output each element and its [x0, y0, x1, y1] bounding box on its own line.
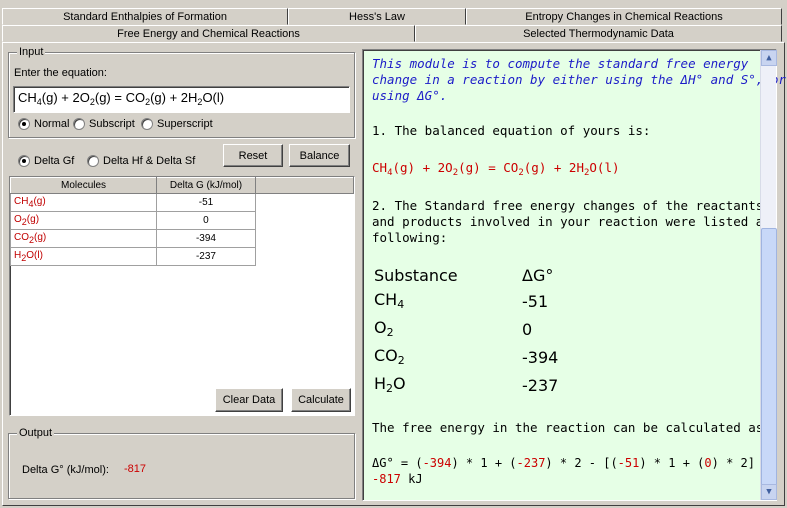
- substance-name: O2: [374, 318, 394, 339]
- radio-delta-gf-dot[interactable]: [18, 155, 30, 167]
- radio-subscript-dot[interactable]: [73, 118, 85, 130]
- radio-normal-dot[interactable]: [18, 118, 30, 130]
- radio-subscript[interactable]: Subscript: [73, 118, 135, 130]
- cell-delta-g[interactable]: 0: [156, 211, 256, 230]
- equation-prompt: Enter the equation:: [14, 67, 107, 79]
- scroll-up-button[interactable]: ▲: [761, 50, 777, 66]
- substance-value: -51: [522, 292, 549, 311]
- cell-delta-g[interactable]: -394: [156, 229, 256, 248]
- tab-free-energy[interactable]: Free Energy and Chemical Reactions: [2, 25, 415, 42]
- radio-delta-hf-sf[interactable]: Delta Hf & Delta Sf: [87, 155, 195, 167]
- cell-delta-g[interactable]: -51: [156, 193, 256, 212]
- intro-line-2: change in a reaction by either using the…: [372, 72, 786, 87]
- cell-delta-g[interactable]: -237: [156, 247, 256, 266]
- column-header-molecules[interactable]: Molecules: [10, 177, 158, 194]
- balanced-equation: CH4(g) + 2O2(g) = CO2(g) + 2H2O(l): [372, 160, 620, 178]
- table-row[interactable]: CO2(g) -394: [10, 229, 354, 248]
- cell-molecule[interactable]: CH4(g): [10, 193, 158, 212]
- table-row[interactable]: CH4(g) -51: [10, 193, 354, 212]
- table-row[interactable]: H2O(l) -237: [10, 247, 354, 266]
- input-group-title: Input: [17, 46, 46, 58]
- tab-entropy-changes[interactable]: Entropy Changes in Chemical Reactions: [466, 8, 782, 25]
- intro-line-1: This module is to compute the standard f…: [372, 56, 749, 71]
- data-table: Molecules Delta G (kJ/mol) CH4(g) -51 O2…: [10, 177, 354, 266]
- output-value: -817: [124, 463, 147, 475]
- delta-g-header: ΔG°: [522, 266, 554, 285]
- vertical-scrollbar[interactable]: ▲ ▼: [760, 50, 777, 500]
- substance-header: Substance: [374, 266, 458, 285]
- substance-name: CH4: [374, 290, 405, 311]
- table-header-row: Molecules Delta G (kJ/mol): [10, 177, 354, 194]
- column-header-delta-g[interactable]: Delta G (kJ/mol): [156, 177, 256, 194]
- substance-value: 0: [522, 320, 533, 339]
- clear-data-button[interactable]: Clear Data: [215, 388, 283, 412]
- reset-button[interactable]: Reset: [223, 144, 283, 167]
- substance-name: CO2: [374, 346, 405, 367]
- tab-thermodynamic-data[interactable]: Selected Thermodynamic Data: [415, 25, 782, 42]
- radio-normal[interactable]: Normal: [18, 118, 69, 130]
- radio-delta-gf[interactable]: Delta Gf: [18, 155, 74, 167]
- balance-button[interactable]: Balance: [289, 144, 350, 167]
- cell-molecule[interactable]: CO2(g): [10, 229, 158, 248]
- substance-name: H2O: [374, 374, 406, 395]
- tab-hess-law[interactable]: Hess's Law: [288, 8, 466, 25]
- column-header-blank: [254, 177, 354, 194]
- step2-line-2: and products involved in your reaction w…: [372, 214, 771, 229]
- substance-value: -237: [522, 376, 559, 395]
- radio-superscript[interactable]: Superscript: [141, 118, 213, 130]
- intro-line-3: using ΔG°.: [372, 88, 448, 103]
- explanation-pane[interactable]: This module is to compute the standard f…: [362, 49, 786, 501]
- equation-input[interactable]: CH4(g) + 2O2(g) = CO2(g) + 2H2O(l): [13, 86, 350, 113]
- formula-line-1: ΔG° = (-394) * 1 + (-237) * 2 - [(-51) *…: [372, 456, 770, 470]
- output-label: Delta G° (kJ/mol):: [22, 464, 109, 476]
- tab-row-back: Standard Enthalpies of Formation Hess's …: [2, 8, 782, 25]
- step2-line-3: following:: [372, 230, 448, 245]
- radio-superscript-dot[interactable]: [141, 118, 153, 130]
- step2-line-1: 2. The Standard free energy changes of t…: [372, 198, 764, 213]
- calculate-button[interactable]: Calculate: [291, 388, 351, 412]
- step1-text: 1. The balanced equation of yours is:: [372, 123, 651, 138]
- tab-standard-enthalpies[interactable]: Standard Enthalpies of Formation: [2, 8, 288, 25]
- calc-intro: The free energy in the reaction can be c…: [372, 420, 771, 435]
- chevron-up-icon: ▲: [766, 53, 772, 63]
- data-grid[interactable]: Molecules Delta G (kJ/mol) CH4(g) -51 O2…: [9, 176, 355, 416]
- formula-line-2: -817 kJ: [372, 472, 423, 486]
- output-group-title: Output: [17, 427, 55, 439]
- scroll-down-button[interactable]: ▼: [761, 484, 777, 500]
- scroll-thumb[interactable]: [761, 228, 777, 486]
- cell-molecule[interactable]: O2(g): [10, 211, 158, 230]
- chevron-down-icon: ▼: [766, 487, 772, 497]
- tab-row-front: Free Energy and Chemical Reactions Selec…: [2, 25, 782, 42]
- radio-delta-hf-sf-dot[interactable]: [87, 155, 99, 167]
- table-row[interactable]: O2(g) 0: [10, 211, 354, 230]
- cell-molecule[interactable]: H2O(l): [10, 247, 158, 266]
- substance-value: -394: [522, 348, 559, 367]
